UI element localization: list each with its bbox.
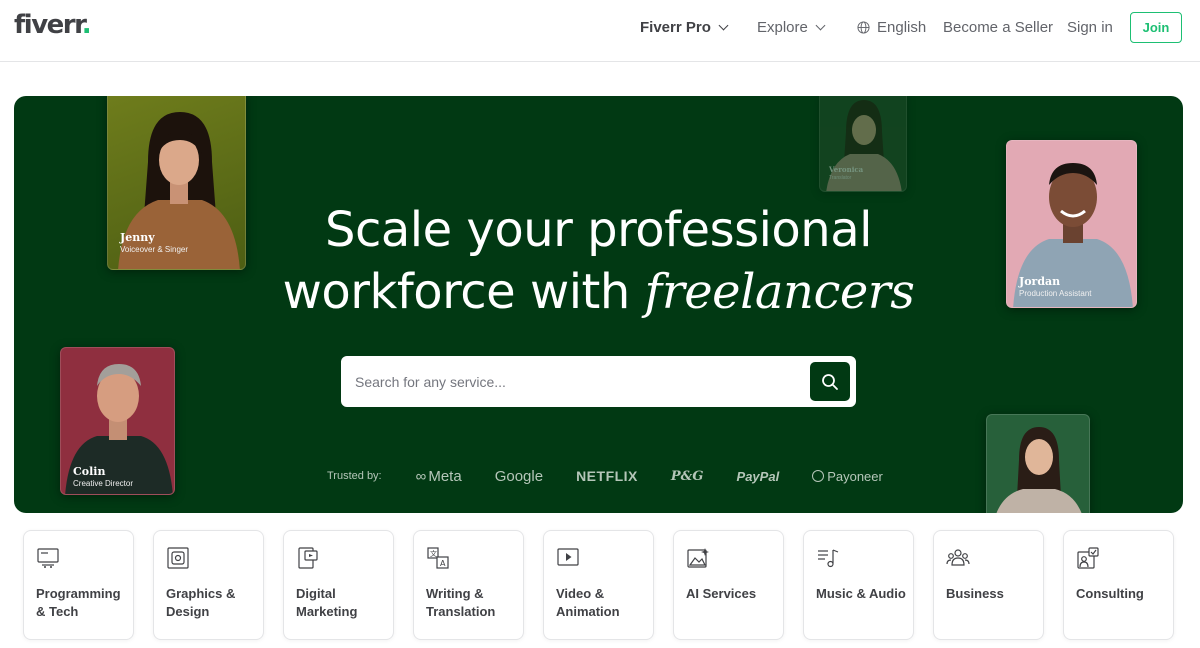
- profile-card-veronica: Veronica Translator: [819, 96, 907, 192]
- programming-icon: [37, 548, 59, 568]
- globe-icon: [857, 20, 870, 34]
- nav-fiverr-pro[interactable]: Fiverr Pro: [640, 0, 729, 54]
- meta-logo: ∞ Meta: [415, 467, 462, 485]
- nav-sign-in[interactable]: Sign in: [1067, 0, 1113, 54]
- category-card-graphics[interactable]: Graphics & Design: [153, 530, 264, 640]
- nav-become-seller[interactable]: Become a Seller: [943, 0, 1053, 54]
- category-card-consulting[interactable]: Consulting: [1063, 530, 1174, 640]
- hero-headline-line2: workforce with freelancers: [14, 264, 1183, 320]
- nav-fiverr-pro-label: Fiverr Pro: [640, 18, 711, 36]
- category-label: Writing & Translation: [426, 586, 496, 619]
- nav-become-seller-label: Become a Seller: [943, 18, 1054, 36]
- hero-banner: Jenny Voiceover & Singer Veronica Transl…: [14, 96, 1183, 513]
- profile-name: Veronica: [829, 165, 864, 174]
- profile-card: [986, 414, 1090, 513]
- nav-explore-label: Explore: [757, 18, 808, 36]
- category-card-ai-services[interactable]: AI Services: [673, 530, 784, 640]
- category-card-marketing[interactable]: Digital Marketing: [283, 530, 394, 640]
- business-icon: [946, 549, 970, 566]
- trusted-by-label: Trusted by:: [327, 470, 382, 482]
- category-list: Programming & Tech Graphics & Design Digit…: [23, 530, 1174, 640]
- category-card-video[interactable]: Video & Animation: [543, 530, 654, 640]
- paypal-logo: PayPal: [736, 468, 780, 484]
- category-label: Business: [946, 586, 1004, 601]
- hero-headline-text: workforce with: [282, 264, 645, 320]
- category-label: Music & Audio: [816, 586, 906, 601]
- top-header: fiverr. Fiverr Pro Explore English Becom…: [0, 0, 1200, 62]
- google-logo: Google: [494, 467, 544, 485]
- person-photo: [996, 427, 1082, 513]
- hero-headline-emphasis: freelancers: [644, 264, 915, 320]
- search-bar: [341, 356, 856, 407]
- svg-text:文: 文: [430, 549, 437, 558]
- category-label: Graphics & Design: [166, 586, 236, 619]
- writing-icon: A 文: [427, 547, 449, 569]
- category-card-music[interactable]: Music & Audio: [803, 530, 914, 640]
- netflix-logo: NETFLIX: [576, 468, 638, 484]
- chevron-down-icon: [815, 20, 826, 30]
- profile-role: Creative Director: [73, 479, 134, 488]
- nav-language-label: English: [877, 18, 927, 36]
- category-card-business[interactable]: Business: [933, 530, 1044, 640]
- music-icon: [818, 549, 839, 568]
- nav-sign-in-label: Sign in: [1067, 18, 1113, 36]
- nav-explore[interactable]: Explore: [757, 0, 826, 54]
- consulting-icon: [1077, 547, 1099, 569]
- payoneer-ring-icon: [812, 470, 825, 482]
- video-icon: [557, 548, 579, 566]
- category-label: Consulting: [1076, 586, 1144, 601]
- nav-language[interactable]: English: [857, 0, 926, 54]
- category-label: Video & Animation: [556, 586, 620, 619]
- marketing-icon: [298, 547, 318, 569]
- ai-icon: [687, 548, 709, 568]
- profile-role: Translator: [829, 175, 852, 181]
- category-card-programming[interactable]: Programming & Tech: [23, 530, 134, 640]
- svg-text:A: A: [440, 559, 446, 568]
- fiverr-logo[interactable]: fiverr.: [14, 10, 92, 40]
- category-card-writing[interactable]: A 文 Writing & Translation: [413, 530, 524, 640]
- chevron-down-icon: [718, 20, 729, 30]
- category-label: AI Services: [686, 586, 757, 601]
- category-label: Digital Marketing: [296, 586, 358, 619]
- trusted-by-bar: Trusted by: ∞ Meta Google NETFLIX P&G Pay…: [327, 467, 916, 485]
- join-button[interactable]: Join: [1130, 12, 1182, 43]
- profile-card-colin: Colin Creative Director: [60, 347, 175, 495]
- hero-headline: Scale your professional: [325, 202, 872, 258]
- pg-logo: P&G: [670, 468, 704, 484]
- search-icon: [822, 373, 838, 390]
- category-label: Programming & Tech: [36, 586, 121, 619]
- profile-name: Colin: [73, 465, 106, 478]
- graphics-icon: [167, 547, 189, 569]
- search-input[interactable]: [355, 370, 795, 394]
- search-button[interactable]: [810, 362, 850, 401]
- payoneer-logo: Payoneer: [812, 469, 883, 484]
